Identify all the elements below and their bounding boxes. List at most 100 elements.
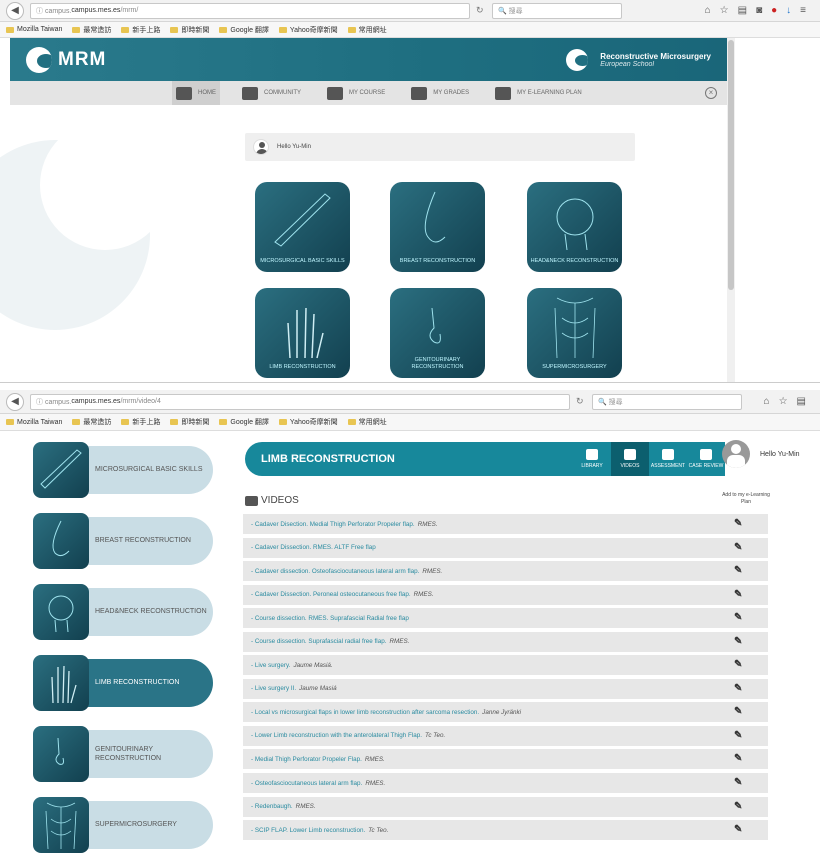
video-row[interactable]: - Cadaver dissection. Osteofasciocutaneo… <box>243 561 768 582</box>
video-title[interactable]: - Osteofasciocutaneous lateral arm flap. <box>251 780 362 787</box>
star-icon[interactable]: ☆ <box>720 5 729 16</box>
reload-icon[interactable]: ↻ <box>476 5 486 16</box>
bookmark-item[interactable]: Mozilla Taiwan <box>6 26 62 33</box>
close-icon[interactable]: × <box>705 87 717 99</box>
star-icon[interactable]: ☆ <box>779 396 788 407</box>
mrm-logo-icon[interactable] <box>26 46 52 73</box>
sidebar-item-supermicrosurgery[interactable]: SUPERMICROSURGERY <box>33 797 213 853</box>
sidebar-item-head-neck[interactable]: HEAD&NECK RECONSTRUCTION <box>33 584 213 640</box>
tile-breast-reconstruction[interactable]: BREAST RECONSTRUCTION <box>390 182 485 272</box>
add-to-plan-icon[interactable]: ✎ <box>734 801 746 812</box>
sidebar-item-genitourinary[interactable]: GENITOURINARY RECONSTRUCTION <box>33 726 213 782</box>
video-row[interactable]: - Course dissection. Suprafascial radial… <box>243 631 768 652</box>
avatar[interactable] <box>253 139 269 155</box>
menu-icon[interactable]: ≡ <box>800 5 806 16</box>
video-title[interactable]: - Local vs microsurgical flaps in lower … <box>251 709 479 716</box>
nav-home[interactable]: HOME <box>172 81 220 105</box>
video-title[interactable]: - Live surgery. <box>251 662 290 669</box>
addon-icon[interactable]: ● <box>771 5 777 16</box>
video-row[interactable]: - Cadaver Dissection. Peroneal osteocuta… <box>243 584 768 605</box>
back-button[interactable]: ◀ <box>6 1 24 20</box>
bookmark-item[interactable]: 常用網址 <box>347 25 387 35</box>
add-to-plan-icon[interactable]: ✎ <box>734 730 746 741</box>
sidebar-item-microsurgical[interactable]: MICROSURGICAL BASIC SKILLS <box>33 442 213 498</box>
address-bar[interactable]: ⓘ campus. campus.mes.es/mrm/ <box>30 2 470 19</box>
video-title[interactable]: - Redenbaugh. <box>251 803 293 810</box>
bookmark-item[interactable]: Yahoo奇摩新聞 <box>278 417 338 427</box>
home-icon[interactable]: ⌂ <box>705 5 711 16</box>
tile-supermicrosurgery[interactable]: SUPERMICROSURGERY <box>527 288 622 378</box>
bookmark-item[interactable]: 即時新聞 <box>170 25 209 35</box>
bookmark-item[interactable]: 最常造訪 <box>72 417 111 427</box>
add-to-plan-icon[interactable]: ✎ <box>734 778 746 788</box>
bookmark-item[interactable]: 新手上路 <box>121 417 160 427</box>
add-to-plan-icon[interactable]: ✎ <box>734 566 746 576</box>
video-row[interactable]: - Live surgery. Jaume Masiá. ✎ <box>243 655 768 676</box>
video-row[interactable]: - Medial Thigh Perforator Propeler Flap.… <box>243 749 768 770</box>
nav-community[interactable]: COMMUNITY <box>238 81 305 105</box>
video-title[interactable]: - Cadaver dissection. Osteofasciocutaneo… <box>251 568 419 575</box>
video-title[interactable]: - Course dissection. RMES. Suprafascial … <box>251 615 409 622</box>
bookmark-item[interactable]: Mozilla Taiwan <box>6 419 62 426</box>
tile-genitourinary-reconstruction[interactable]: GENITOURINARY RECONSTRUCTION <box>390 288 485 378</box>
home-icon[interactable]: ⌂ <box>764 396 770 407</box>
add-to-plan-icon[interactable]: ✎ <box>734 707 746 717</box>
video-row[interactable]: - Lower Limb reconstruction with the ant… <box>243 725 768 746</box>
scrollbar[interactable] <box>727 38 735 382</box>
bookmark-item[interactable]: 最常造訪 <box>72 25 111 35</box>
video-row[interactable]: - Local vs microsurgical flaps in lower … <box>243 702 768 723</box>
bookmark-item[interactable]: 常用網址 <box>347 417 387 427</box>
tab-videos[interactable]: VIDEOS <box>611 442 649 476</box>
reload-icon[interactable]: ↻ <box>576 396 586 407</box>
pocket-icon[interactable]: ◙ <box>756 5 762 16</box>
video-row[interactable]: - Redenbaugh. RMES. ✎ <box>243 796 768 817</box>
add-to-plan-icon[interactable]: ✎ <box>734 542 746 553</box>
video-row[interactable]: - Osteofasciocutaneous lateral arm flap.… <box>243 773 768 794</box>
video-row[interactable]: - Live surgery II. Jaume Masiá ✎ <box>243 678 768 699</box>
add-to-plan-icon[interactable]: ✎ <box>734 613 746 623</box>
search-input[interactable]: 🔍 搜尋 <box>592 393 742 410</box>
add-to-plan-icon[interactable]: ✎ <box>734 636 746 647</box>
video-title[interactable]: - Cadaver Dissection. Peroneal osteocuta… <box>251 591 411 598</box>
video-row[interactable]: - Course dissection. RMES. Suprafascial … <box>243 608 768 629</box>
clipboard-icon[interactable]: ▤ <box>797 396 806 407</box>
video-title[interactable]: - Course dissection. Suprafascial radial… <box>251 638 386 645</box>
tab-assessment[interactable]: ASSESSMENT <box>649 442 687 476</box>
tab-case-review[interactable]: CASE REVIEW <box>687 442 725 476</box>
video-title[interactable]: - Medial Thigh Perforator Propeler Flap. <box>251 756 362 763</box>
add-to-plan-icon[interactable]: ✎ <box>734 589 746 600</box>
add-to-plan-icon[interactable]: ✎ <box>734 519 746 529</box>
clipboard-icon[interactable]: ▤ <box>738 5 747 16</box>
bookmark-item[interactable]: Google 翻譯 <box>219 417 269 427</box>
add-to-plan-icon[interactable]: ✎ <box>734 660 746 670</box>
video-row[interactable]: - Cadaver Dissection. RMES. ALTF Free fl… <box>243 537 768 558</box>
bookmark-item[interactable]: Yahoo奇摩新聞 <box>278 25 338 35</box>
nav-my-grades[interactable]: MY GRADES <box>407 81 473 105</box>
nav-e-learning-plan[interactable]: MY E-LEARNING PLAN <box>491 81 586 105</box>
video-title[interactable]: - Lower Limb reconstruction with the ant… <box>251 732 422 739</box>
scrollbar-thumb[interactable] <box>728 40 734 290</box>
bookmark-item[interactable]: Google 翻譯 <box>219 25 269 35</box>
add-to-plan-icon[interactable]: ✎ <box>734 825 746 835</box>
video-title[interactable]: - Cadaver Dissection. RMES. ALTF Free fl… <box>251 544 376 551</box>
add-to-plan-icon[interactable]: ✎ <box>734 683 746 694</box>
sidebar-item-limb[interactable]: LIMB RECONSTRUCTION <box>33 655 213 711</box>
address-bar[interactable]: ⓘ campus. campus.mes.es/mrm/video/4 <box>30 393 570 410</box>
video-row[interactable]: - Cadaver Disection. Medial Thigh Perfor… <box>243 514 768 534</box>
bookmark-item[interactable]: 即時新聞 <box>170 417 209 427</box>
nav-my-course[interactable]: MY COURSE <box>323 81 389 105</box>
tile-head-neck-reconstruction[interactable]: HEAD&NECK RECONSTRUCTION <box>527 182 622 272</box>
video-title[interactable]: - Cadaver Disection. Medial Thigh Perfor… <box>251 521 415 528</box>
video-row[interactable]: - SCIP FLAP. Lower Limb reconstruction. T… <box>243 820 768 841</box>
back-button[interactable]: ◀ <box>6 392 24 411</box>
video-title[interactable]: - Live surgery II. <box>251 685 296 692</box>
tab-library[interactable]: LIBRARY <box>573 442 611 476</box>
bookmark-item[interactable]: 新手上路 <box>121 25 160 35</box>
tile-limb-reconstruction[interactable]: LIMB RECONSTRUCTION <box>255 288 350 378</box>
avatar[interactable] <box>722 440 750 468</box>
download-icon[interactable]: ↓ <box>786 5 791 16</box>
add-to-plan-icon[interactable]: ✎ <box>734 754 746 764</box>
search-input[interactable]: 🔍 搜尋 <box>492 2 622 19</box>
sidebar-item-breast[interactable]: BREAST RECONSTRUCTION <box>33 513 213 569</box>
video-title[interactable]: - SCIP FLAP. Lower Limb reconstruction. <box>251 827 365 834</box>
